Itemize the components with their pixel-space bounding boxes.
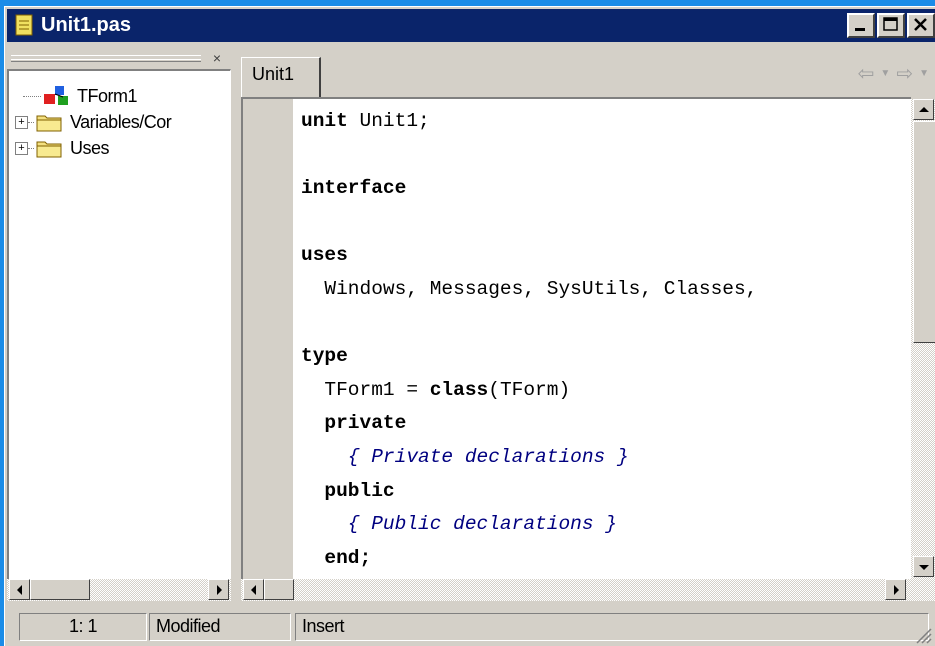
- scroll-up-button[interactable]: [913, 99, 934, 120]
- code-keyword: public: [324, 479, 395, 502]
- expand-icon[interactable]: +: [15, 141, 28, 155]
- tree-header: ×: [7, 49, 231, 69]
- scroll-right-button[interactable]: [208, 579, 229, 600]
- maximize-button[interactable]: [877, 13, 905, 38]
- code-keyword: type: [301, 345, 348, 368]
- forward-dropdown-icon[interactable]: ▼: [919, 68, 929, 79]
- cursor-position: 1: 1: [19, 613, 147, 641]
- code-text: Unit1;: [347, 110, 430, 132]
- forward-arrow-icon[interactable]: ⇨: [896, 61, 913, 86]
- scroll-thumb[interactable]: [30, 579, 90, 600]
- code-line[interactable]: uses: [301, 243, 348, 267]
- tree-item-label: TForm1: [77, 85, 138, 106]
- modified-indicator: Modified: [149, 613, 291, 641]
- tree-item-uses[interactable]: + Uses: [15, 135, 110, 161]
- code-line[interactable]: TForm1 = class(TForm): [301, 378, 570, 402]
- form-class-icon: [41, 85, 71, 107]
- code-editor[interactable]: unit Unit1; interface uses Windows, Messag…: [293, 97, 911, 579]
- arrow-up-icon: [919, 107, 929, 112]
- tab-label: Unit1: [252, 64, 295, 84]
- code-line[interactable]: private: [301, 411, 406, 435]
- scroll-right-button[interactable]: [885, 579, 906, 600]
- code-keyword: interface: [301, 177, 407, 200]
- back-arrow-icon[interactable]: ⇦: [858, 61, 875, 86]
- navigation-arrows: ⇦ ▼ ⇨ ▼: [858, 61, 929, 86]
- tab-unit1[interactable]: Unit1: [241, 57, 321, 97]
- tree-connector: [28, 147, 34, 149]
- code-keyword: class: [429, 378, 489, 401]
- tree-close-button[interactable]: ×: [207, 51, 227, 67]
- code-line[interactable]: { Private declarations }: [301, 445, 629, 469]
- code-line[interactable]: unit Unit1;: [301, 109, 430, 133]
- scroll-down-button[interactable]: [913, 556, 934, 577]
- code-line[interactable]: interface: [301, 176, 406, 200]
- code-text: TForm1 =: [301, 378, 430, 401]
- back-dropdown-icon[interactable]: ▼: [880, 68, 890, 79]
- scroll-left-button[interactable]: [243, 579, 264, 600]
- editor-window: Unit1.pas × TForm1 + Variables/Cor + Use…: [4, 6, 935, 646]
- scroll-thumb[interactable]: [264, 579, 294, 600]
- code-line[interactable]: Windows, Messages, SysUtils, Classes,: [301, 277, 757, 301]
- arrow-down-icon: [919, 565, 929, 570]
- editor-horizontal-scrollbar[interactable]: [241, 579, 935, 601]
- code-text: Windows, Messages, SysUtils, Classes,: [301, 278, 758, 300]
- panel-grip-line: [11, 59, 201, 62]
- tree-connector: [23, 95, 41, 97]
- editor-tab-bar: Unit1 ⇦ ▼ ⇨ ▼: [237, 49, 935, 97]
- arrow-left-icon: [17, 585, 22, 595]
- code-keyword: uses: [301, 244, 348, 267]
- tree-item-label: Variables/Cor: [70, 111, 172, 132]
- code-comment: { Private declarations }: [301, 446, 629, 468]
- close-icon: [914, 18, 927, 31]
- arrow-right-icon: [217, 585, 222, 595]
- size-grip-icon[interactable]: [911, 623, 933, 645]
- code-keyword: private: [324, 412, 407, 435]
- tree-item-tform1[interactable]: TForm1: [15, 83, 138, 109]
- window-controls: [847, 13, 935, 38]
- tree-horizontal-scrollbar[interactable]: [7, 579, 231, 601]
- editor-gutter[interactable]: [241, 97, 293, 579]
- window-title: Unit1.pas: [41, 14, 132, 36]
- code-line[interactable]: public: [301, 479, 395, 503]
- code-text: (TForm): [488, 378, 571, 401]
- code-keyword: end;: [324, 546, 372, 569]
- code-explorer-tree[interactable]: TForm1 + Variables/Cor + Uses: [7, 69, 231, 579]
- tree-item-label: Uses: [70, 137, 110, 158]
- folder-icon: [36, 112, 64, 132]
- close-button[interactable]: [907, 13, 935, 38]
- code-comment: { Public declarations }: [301, 513, 617, 536]
- document-icon: [15, 14, 35, 38]
- code-line[interactable]: type: [301, 344, 348, 368]
- scroll-left-button[interactable]: [9, 579, 30, 600]
- scroll-thumb[interactable]: [913, 121, 935, 343]
- maximize-icon: [883, 17, 898, 31]
- minimize-icon: [855, 28, 865, 31]
- arrow-left-icon: [251, 585, 256, 595]
- arrow-right-icon: [894, 585, 899, 595]
- code-line[interactable]: { Public declarations }: [301, 512, 617, 536]
- expand-icon[interactable]: +: [15, 115, 28, 129]
- title-bar[interactable]: Unit1.pas: [7, 9, 935, 42]
- status-bar: 1: 1 Modified Insert: [7, 607, 935, 646]
- editor-vertical-scrollbar[interactable]: [911, 99, 935, 579]
- insert-mode-indicator: Insert: [295, 613, 929, 641]
- code-line[interactable]: end;: [301, 546, 371, 570]
- tree-connector: [28, 121, 34, 123]
- minimize-button[interactable]: [847, 13, 875, 38]
- folder-icon: [36, 138, 64, 158]
- code-keyword: unit: [301, 110, 348, 132]
- tree-item-variables[interactable]: + Variables/Cor: [15, 109, 172, 135]
